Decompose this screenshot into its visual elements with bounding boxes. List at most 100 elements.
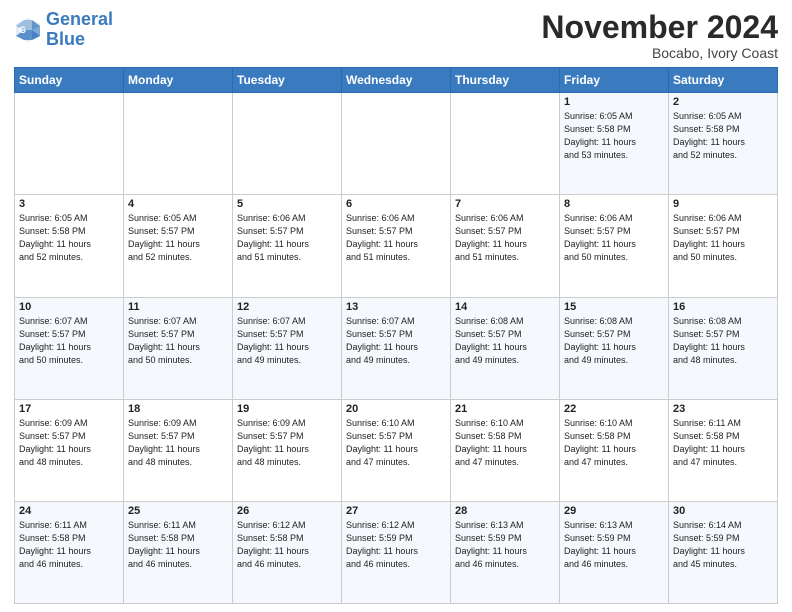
calendar-cell-w1-d5 (451, 93, 560, 195)
week-row-1: 1 Sunrise: 6:05 AM Sunset: 5:58 PM Daylig… (15, 93, 778, 195)
calendar-cell-w5-d4: 27 Sunrise: 6:12 AM Sunset: 5:59 PM Dayli… (342, 501, 451, 603)
day-number: 25 (128, 505, 228, 517)
day-info: Sunrise: 6:11 AM Sunset: 5:58 PM Dayligh… (128, 519, 228, 571)
calendar-cell-w5-d5: 28Sunrise: 6:13 AM Sunset: 5:59 PM Dayli… (451, 501, 560, 603)
day-number: 28 (455, 505, 555, 517)
day-info: Sunrise: 6:07 AM Sunset: 5:57 PM Dayligh… (346, 315, 446, 367)
calendar-cell-w1-d1 (15, 93, 124, 195)
header-row: Sunday Monday Tuesday Wednesday Thursday… (15, 68, 778, 93)
col-sunday: Sunday (15, 68, 124, 93)
day-info: Sunrise: 6:11 AM Sunset: 5:58 PM Dayligh… (19, 519, 119, 571)
calendar-cell-w1-d2 (124, 93, 233, 195)
calendar-cell-w2-d2: 4 Sunrise: 6:05 AM Sunset: 5:57 PM Daylig… (124, 195, 233, 297)
calendar-cell-w3-d6: 15Sunrise: 6:08 AM Sunset: 5:57 PM Dayli… (560, 297, 669, 399)
day-number: 9 (673, 198, 773, 210)
day-number: 13 (346, 301, 446, 313)
col-saturday: Saturday (669, 68, 778, 93)
calendar-cell-w5-d7: 30 Sunrise: 6:14 AM Sunset: 5:59 PM Dayli… (669, 501, 778, 603)
day-number: 4 (128, 198, 228, 210)
calendar-cell-w4-d5: 21 Sunrise: 6:10 AM Sunset: 5:58 PM Dayli… (451, 399, 560, 501)
day-number: 29 (564, 505, 664, 517)
logo-line2: Blue (46, 29, 85, 49)
day-number: 14 (455, 301, 555, 313)
calendar-cell-w4-d3: 19 Sunrise: 6:09 AM Sunset: 5:57 PM Dayli… (233, 399, 342, 501)
day-info: Sunrise: 6:05 AM Sunset: 5:58 PM Dayligh… (19, 212, 119, 264)
day-number: 20 (346, 403, 446, 415)
location: Bocabo, Ivory Coast (541, 45, 778, 61)
col-wednesday: Wednesday (342, 68, 451, 93)
calendar-cell-w5-d1: 24 Sunrise: 6:11 AM Sunset: 5:58 PM Dayli… (15, 501, 124, 603)
day-info: Sunrise: 6:07 AM Sunset: 5:57 PM Dayligh… (19, 315, 119, 367)
day-number: 18 (128, 403, 228, 415)
day-number: 3 (19, 198, 119, 210)
day-number: 30 (673, 505, 773, 517)
day-number: 17 (19, 403, 119, 415)
col-friday: Friday (560, 68, 669, 93)
calendar-cell-w4-d4: 20Sunrise: 6:10 AM Sunset: 5:57 PM Dayli… (342, 399, 451, 501)
month-title: November 2024 (541, 10, 778, 45)
page: G General Blue November 2024 Bocabo, Ivo… (0, 0, 792, 612)
day-number: 21 (455, 403, 555, 415)
day-number: 11 (128, 301, 228, 313)
day-info: Sunrise: 6:11 AM Sunset: 5:58 PM Dayligh… (673, 417, 773, 469)
calendar-cell-w4-d7: 23 Sunrise: 6:11 AM Sunset: 5:58 PM Dayli… (669, 399, 778, 501)
calendar-cell-w1-d7: 2 Sunrise: 6:05 AM Sunset: 5:58 PM Daylig… (669, 93, 778, 195)
day-info: Sunrise: 6:06 AM Sunset: 5:57 PM Dayligh… (455, 212, 555, 264)
logo-icon: G (14, 16, 42, 44)
day-number: 6 (346, 198, 446, 210)
day-info: Sunrise: 6:05 AM Sunset: 5:58 PM Dayligh… (564, 110, 664, 162)
day-info: Sunrise: 6:14 AM Sunset: 5:59 PM Dayligh… (673, 519, 773, 571)
day-number: 24 (19, 505, 119, 517)
week-row-2: 3 Sunrise: 6:05 AM Sunset: 5:58 PM Daylig… (15, 195, 778, 297)
calendar-body: 1 Sunrise: 6:05 AM Sunset: 5:58 PM Daylig… (15, 93, 778, 604)
day-info: Sunrise: 6:07 AM Sunset: 5:57 PM Dayligh… (128, 315, 228, 367)
calendar-header: Sunday Monday Tuesday Wednesday Thursday… (15, 68, 778, 93)
week-row-5: 24 Sunrise: 6:11 AM Sunset: 5:58 PM Dayli… (15, 501, 778, 603)
svg-text:G: G (19, 25, 26, 35)
calendar-cell-w5-d2: 25 Sunrise: 6:11 AM Sunset: 5:58 PM Dayli… (124, 501, 233, 603)
day-number: 2 (673, 96, 773, 108)
calendar-cell-w4-d6: 22Sunrise: 6:10 AM Sunset: 5:58 PM Dayli… (560, 399, 669, 501)
day-info: Sunrise: 6:09 AM Sunset: 5:57 PM Dayligh… (19, 417, 119, 469)
calendar-table: Sunday Monday Tuesday Wednesday Thursday… (14, 67, 778, 604)
day-info: Sunrise: 6:09 AM Sunset: 5:57 PM Dayligh… (237, 417, 337, 469)
day-info: Sunrise: 6:05 AM Sunset: 5:58 PM Dayligh… (673, 110, 773, 162)
day-number: 16 (673, 301, 773, 313)
day-info: Sunrise: 6:05 AM Sunset: 5:57 PM Dayligh… (128, 212, 228, 264)
calendar-cell-w3-d5: 14Sunrise: 6:08 AM Sunset: 5:57 PM Dayli… (451, 297, 560, 399)
day-info: Sunrise: 6:06 AM Sunset: 5:57 PM Dayligh… (346, 212, 446, 264)
day-info: Sunrise: 6:08 AM Sunset: 5:57 PM Dayligh… (564, 315, 664, 367)
day-number: 10 (19, 301, 119, 313)
calendar-cell-w2-d7: 9 Sunrise: 6:06 AM Sunset: 5:57 PM Daylig… (669, 195, 778, 297)
day-number: 8 (564, 198, 664, 210)
day-number: 12 (237, 301, 337, 313)
col-tuesday: Tuesday (233, 68, 342, 93)
calendar-cell-w3-d4: 13 Sunrise: 6:07 AM Sunset: 5:57 PM Dayli… (342, 297, 451, 399)
header: G General Blue November 2024 Bocabo, Ivo… (14, 10, 778, 61)
col-thursday: Thursday (451, 68, 560, 93)
day-info: Sunrise: 6:13 AM Sunset: 5:59 PM Dayligh… (564, 519, 664, 571)
calendar-cell-w1-d3 (233, 93, 342, 195)
day-number: 23 (673, 403, 773, 415)
day-info: Sunrise: 6:07 AM Sunset: 5:57 PM Dayligh… (237, 315, 337, 367)
calendar-cell-w5-d3: 26Sunrise: 6:12 AM Sunset: 5:58 PM Dayli… (233, 501, 342, 603)
calendar-cell-w2-d5: 7 Sunrise: 6:06 AM Sunset: 5:57 PM Daylig… (451, 195, 560, 297)
calendar-cell-w4-d2: 18Sunrise: 6:09 AM Sunset: 5:57 PM Dayli… (124, 399, 233, 501)
day-info: Sunrise: 6:12 AM Sunset: 5:59 PM Dayligh… (346, 519, 446, 571)
day-number: 1 (564, 96, 664, 108)
day-number: 19 (237, 403, 337, 415)
day-info: Sunrise: 6:06 AM Sunset: 5:57 PM Dayligh… (564, 212, 664, 264)
calendar-cell-w4-d1: 17 Sunrise: 6:09 AM Sunset: 5:57 PM Dayli… (15, 399, 124, 501)
day-number: 7 (455, 198, 555, 210)
day-number: 27 (346, 505, 446, 517)
calendar-cell-w2-d3: 5Sunrise: 6:06 AM Sunset: 5:57 PM Daylig… (233, 195, 342, 297)
day-info: Sunrise: 6:06 AM Sunset: 5:57 PM Dayligh… (673, 212, 773, 264)
calendar-cell-w2-d6: 8 Sunrise: 6:06 AM Sunset: 5:57 PM Daylig… (560, 195, 669, 297)
calendar-cell-w2-d1: 3 Sunrise: 6:05 AM Sunset: 5:58 PM Daylig… (15, 195, 124, 297)
calendar-cell-w3-d7: 16Sunrise: 6:08 AM Sunset: 5:57 PM Dayli… (669, 297, 778, 399)
day-info: Sunrise: 6:10 AM Sunset: 5:58 PM Dayligh… (564, 417, 664, 469)
week-row-4: 17 Sunrise: 6:09 AM Sunset: 5:57 PM Dayli… (15, 399, 778, 501)
day-number: 5 (237, 198, 337, 210)
calendar-cell-w1-d4 (342, 93, 451, 195)
day-info: Sunrise: 6:10 AM Sunset: 5:58 PM Dayligh… (455, 417, 555, 469)
